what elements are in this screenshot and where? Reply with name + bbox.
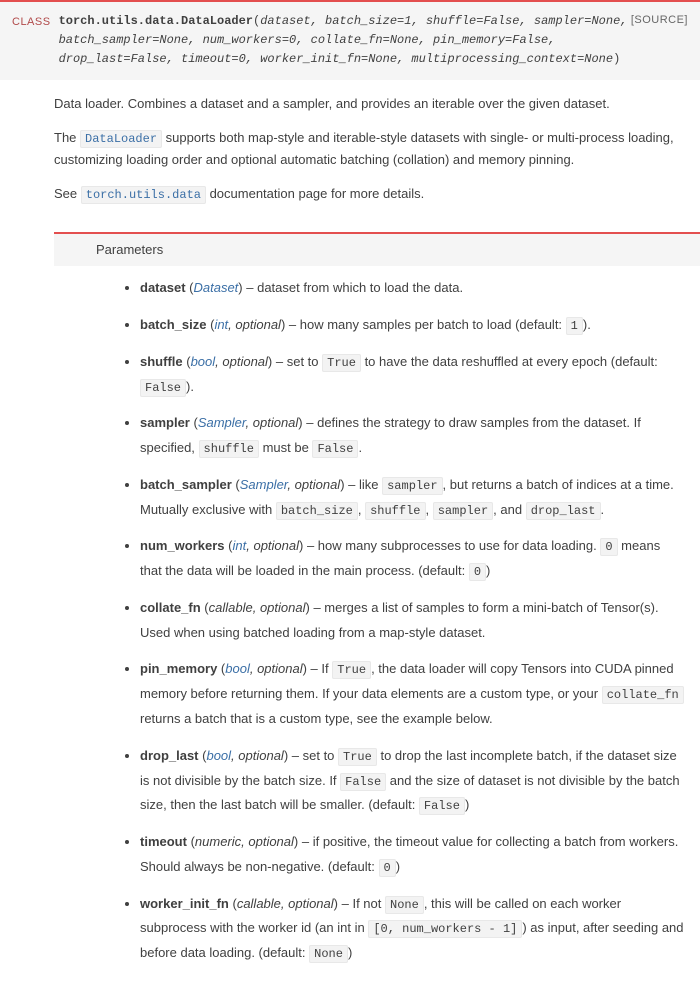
param-type: callable, optional bbox=[237, 896, 334, 911]
signature-bar: CLASS torch.utils.data.DataLoader(datase… bbox=[0, 2, 700, 80]
text: The bbox=[54, 130, 80, 145]
param-name: num_workers bbox=[140, 538, 225, 553]
text: documentation page for more details. bbox=[206, 186, 424, 201]
qualified-name: torch.utils.data.DataLoader bbox=[59, 14, 253, 28]
param-name: pin_memory bbox=[140, 661, 217, 676]
param-name: collate_fn bbox=[140, 600, 201, 615]
torch-utils-data-link[interactable]: torch.utils.data bbox=[81, 186, 206, 204]
param-type: numeric, optional bbox=[195, 834, 294, 849]
param-name: worker_init_fn bbox=[140, 896, 229, 911]
param-type: Sampler, optional bbox=[240, 477, 340, 492]
param-name: batch_size bbox=[140, 317, 206, 332]
param-name: batch_sampler bbox=[140, 477, 232, 492]
param-name: sampler bbox=[140, 415, 190, 430]
param-type: bool, optional bbox=[191, 354, 268, 369]
param-name: shuffle bbox=[140, 354, 183, 369]
parameter-item: collate_fn (callable, optional) – merges… bbox=[140, 596, 684, 645]
param-type: int, optional bbox=[214, 317, 281, 332]
parameter-item: sampler (Sampler, optional) – defines th… bbox=[140, 411, 684, 460]
param-desc: If True, the data loader will copy Tenso… bbox=[140, 661, 684, 726]
parameter-item: batch_size (int, optional) – how many sa… bbox=[140, 313, 684, 338]
param-name: drop_last bbox=[140, 748, 199, 763]
parameter-item: timeout (numeric, optional) – if positiv… bbox=[140, 830, 684, 879]
desc-paragraph-2: The DataLoader supports both map-style a… bbox=[54, 128, 680, 170]
param-type: Sampler, optional bbox=[198, 415, 298, 430]
class-keyword: CLASS bbox=[12, 12, 59, 32]
param-type: bool, optional bbox=[206, 748, 283, 763]
parameter-item: drop_last (bool, optional) – set to True… bbox=[140, 744, 684, 818]
desc-paragraph-1: Data loader. Combines a dataset and a sa… bbox=[54, 94, 680, 115]
parameter-item: pin_memory (bool, optional) – If True, t… bbox=[140, 657, 684, 731]
parameter-item: worker_init_fn (callable, optional) – If… bbox=[140, 892, 684, 966]
parameters-list: dataset (Dataset) – dataset from which t… bbox=[54, 276, 700, 988]
param-type: int, optional bbox=[233, 538, 300, 553]
param-desc: how many samples per batch to load (defa… bbox=[300, 317, 591, 332]
desc-paragraph-3: See torch.utils.data documentation page … bbox=[54, 184, 680, 205]
param-name: timeout bbox=[140, 834, 187, 849]
parameter-item: shuffle (bool, optional) – set to True t… bbox=[140, 350, 684, 400]
parameter-item: num_workers (int, optional) – how many s… bbox=[140, 534, 684, 584]
parameters-section: Parameters dataset (Dataset) – dataset f… bbox=[54, 232, 700, 988]
class-definition: CLASS torch.utils.data.DataLoader(datase… bbox=[0, 0, 700, 988]
param-desc: dataset from which to load the data. bbox=[257, 280, 463, 295]
parameter-item: batch_sampler (Sampler, optional) – like… bbox=[140, 473, 684, 523]
source-link[interactable]: [SOURCE] bbox=[631, 12, 688, 30]
param-type: callable, optional bbox=[209, 600, 306, 615]
signature-body: torch.utils.data.DataLoader(dataset, bat… bbox=[59, 12, 688, 70]
param-type: Dataset bbox=[193, 280, 238, 295]
class-description: Data loader. Combines a dataset and a sa… bbox=[0, 80, 700, 224]
parameter-item: dataset (Dataset) – dataset from which t… bbox=[140, 276, 684, 301]
dataloader-link[interactable]: DataLoader bbox=[80, 130, 162, 148]
param-type: bool, optional bbox=[225, 661, 302, 676]
param-name: dataset bbox=[140, 280, 186, 295]
text: See bbox=[54, 186, 81, 201]
parameters-header: Parameters bbox=[54, 234, 700, 267]
